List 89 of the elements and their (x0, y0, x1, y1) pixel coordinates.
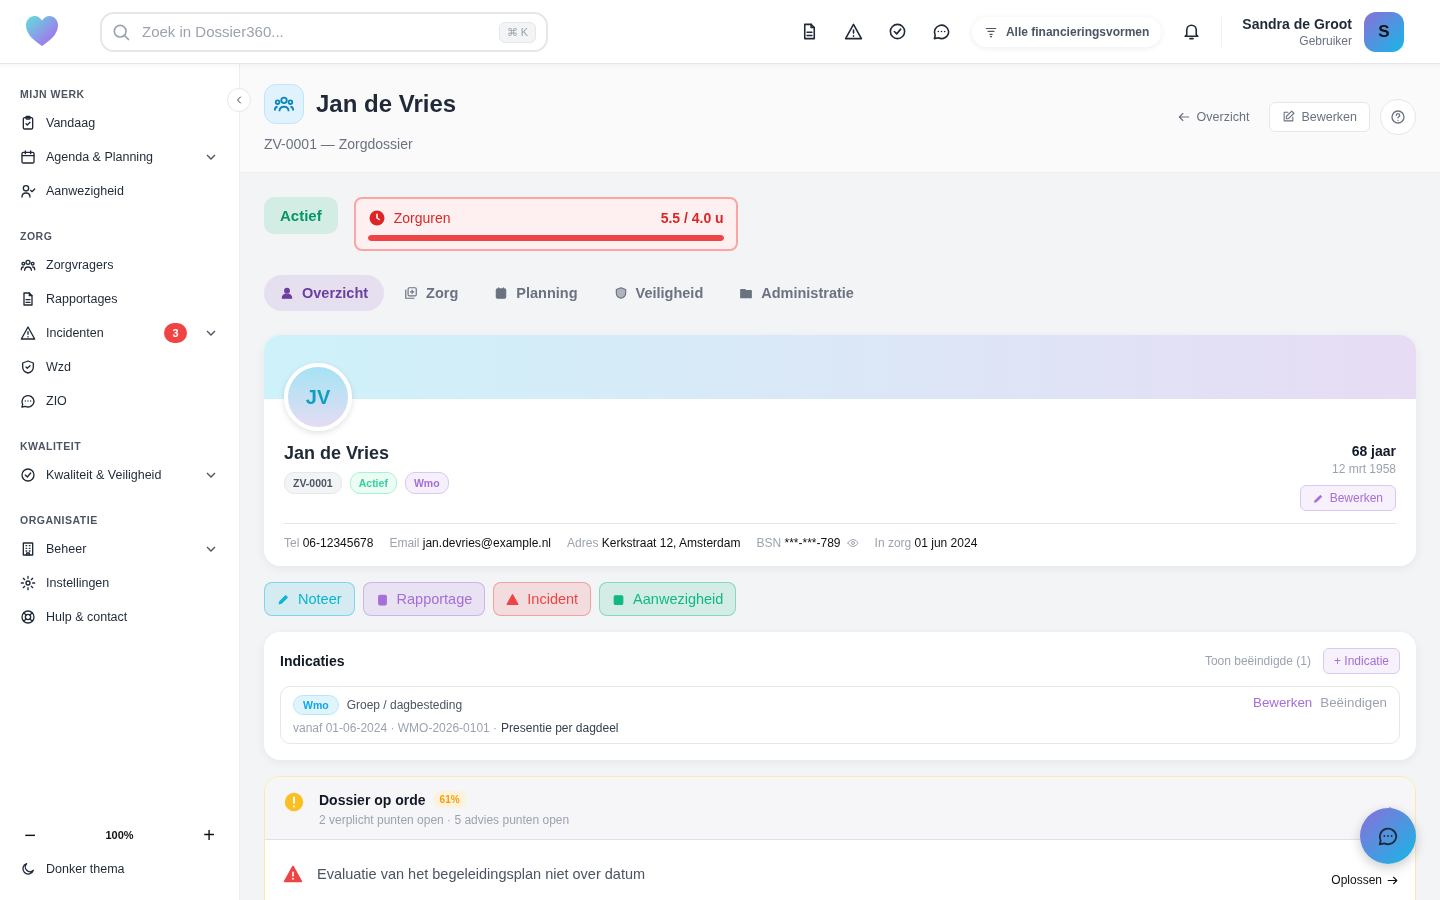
section-title: ORGANISATIE (19, 513, 99, 528)
tab[interactable]: Zorg (388, 275, 475, 311)
card-title: Indicaties (280, 653, 345, 669)
moon-icon (20, 861, 36, 877)
age: 68 jaar (1351, 443, 1396, 459)
shield-icon (20, 359, 36, 375)
chat-icon (20, 393, 36, 409)
zoom-in-button[interactable]: + (199, 823, 219, 847)
user-check-icon (20, 183, 36, 199)
people-icon (264, 84, 304, 124)
shield-icon (613, 286, 628, 300)
indication-title: Groep / dagbesteding (346, 698, 463, 712)
sidebar-item[interactable]: Instellingen (0, 566, 239, 600)
tab[interactable]: Planning (478, 275, 594, 311)
section-title: KWALITEIT (19, 439, 83, 454)
lifebuoy-icon (20, 609, 36, 625)
funding-badge: Wmo (293, 695, 339, 715)
person-icon (280, 286, 294, 300)
zoom-level: 100% (105, 829, 134, 841)
tag: Wmo (404, 472, 449, 494)
page-title: Jan de Vries (316, 90, 457, 118)
check-circle-icon (888, 22, 908, 41)
alert-icon (283, 791, 305, 813)
folder-icon (739, 286, 754, 300)
tag: ZV-0001 (284, 472, 342, 494)
panel-title: Dossier op orde (319, 791, 426, 808)
funding-filter[interactable]: Alle financieringsvormen (971, 16, 1162, 47)
profile-name: Jan de Vries (284, 443, 391, 464)
people-icon (20, 257, 36, 273)
panel-summary: 2 verplicht punten open · 5 advies punten open (319, 813, 570, 827)
sidebar-item[interactable]: Zorgvragers (0, 248, 239, 282)
check-circle-icon (20, 467, 36, 483)
detail-text: BSN ***-***-789 (756, 536, 841, 550)
chat-icon (932, 22, 952, 41)
user-role: Gebruiker (1298, 33, 1352, 48)
bell-icon (1181, 22, 1201, 41)
sidebar-item[interactable]: ZIO (0, 384, 239, 418)
tab[interactable]: Overzicht (264, 275, 385, 311)
zoom-out-button[interactable]: − (20, 823, 40, 847)
user-avatar[interactable]: S (1364, 11, 1404, 52)
section-title: MIJN WERK (19, 87, 86, 102)
sidebar-item[interactable]: Beheer (0, 532, 239, 566)
warning-icon (283, 864, 303, 884)
detail-text: Adres Kerkstraat 12, Amsterdam (567, 536, 741, 550)
indication-meta: vanaf 01-06-2024 · WMO-2026-0101 · (293, 721, 498, 735)
help-button[interactable] (1380, 98, 1416, 135)
tab[interactable]: Veiligheid (597, 275, 720, 311)
user-name: Sandra de Groot (1242, 15, 1352, 32)
chat-icon (1377, 825, 1399, 847)
care-hours-reading: 5.5 / 4.0 u (660, 210, 724, 226)
sidebar-item[interactable]: Vandaag (0, 106, 239, 140)
detail-text: In zorg 01 jun 2024 (874, 536, 978, 550)
warning-icon (844, 22, 864, 41)
sidebar-item[interactable]: Rapportages (0, 282, 239, 316)
indication-detail: Presentie per dagdeel (501, 721, 619, 735)
percentage-badge: 61% (433, 791, 466, 808)
back-link[interactable]: Overzicht (1166, 103, 1260, 130)
document-icon (20, 291, 36, 307)
resolve-link[interactable]: Oplossen (1331, 873, 1399, 887)
copy-icon (404, 286, 419, 300)
pencil-icon (277, 592, 290, 606)
eye-icon (846, 537, 859, 549)
sidebar-item[interactable]: Wzd (0, 350, 239, 384)
building-icon (20, 541, 36, 557)
tab[interactable]: Administratie (723, 275, 870, 311)
status-badge: Actief (264, 197, 338, 234)
clock-icon (367, 209, 386, 227)
edit-icon (1282, 110, 1296, 123)
sidebar-item[interactable]: Aanwezigheid (0, 174, 239, 208)
warning-icon (20, 325, 36, 341)
issue-text: Evaluatie van het begeleidingsplan niet over datum (317, 866, 646, 882)
warning-icon (506, 592, 520, 606)
detail-text: Tel 06-12345678 (284, 536, 374, 550)
pencil-icon (1312, 492, 1324, 504)
sidebar-item[interactable]: Agenda & Planning (0, 140, 239, 174)
count-badge: 3 (164, 323, 187, 343)
sidebar-item[interactable]: Kwaliteit & Veiligheid (0, 458, 239, 492)
page-subtitle: ZV-0001 — Zorgdossier (264, 136, 414, 152)
edit-button[interactable]: Bewerken (1269, 101, 1370, 132)
section-title: ZORG (19, 229, 54, 244)
sidebar-item[interactable]: Incidenten 3 (0, 316, 239, 350)
row-action-link[interactable]: Bewerken (1253, 695, 1313, 710)
tag: Actief (349, 472, 397, 494)
care-hours-label: Zorguren (393, 210, 451, 226)
birth-date: 12 mrt 1958 (1331, 462, 1396, 476)
theme-toggle[interactable]: Donker thema (0, 852, 239, 886)
detail-text: Email jan.devries@example.nl (389, 536, 552, 550)
sidebar-item[interactable]: Hulp & contact (0, 600, 239, 634)
help-icon (1390, 108, 1406, 125)
